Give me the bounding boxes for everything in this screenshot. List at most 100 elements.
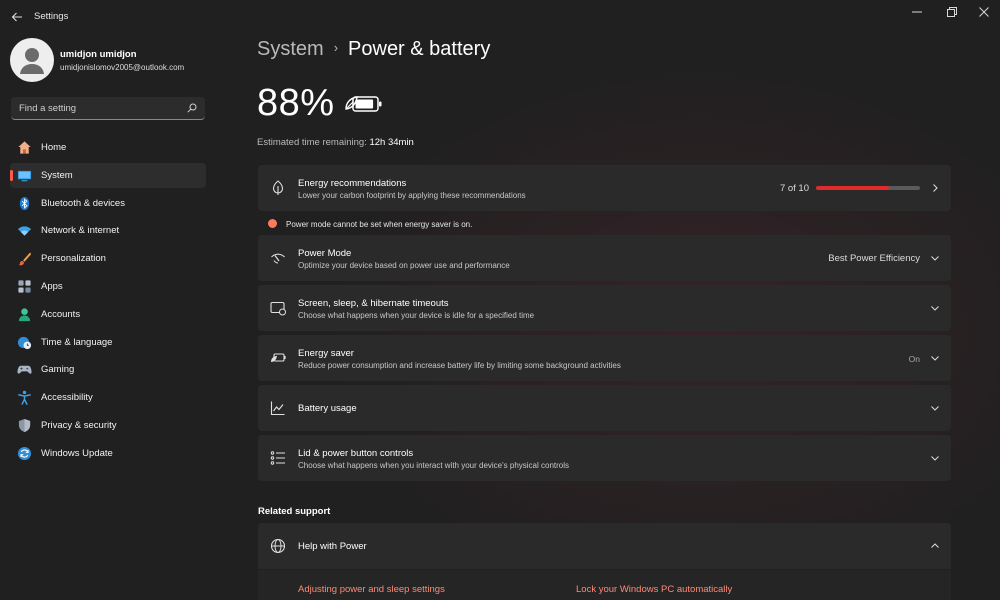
bluetooth-icon <box>19 196 30 210</box>
timeouts-subtitle: Choose what happens when your device is … <box>298 311 535 320</box>
battery-usage-card[interactable]: Battery usage <box>258 385 951 431</box>
sidebar-item-label: Gaming <box>41 364 75 376</box>
sidebar-item-label: Privacy & security <box>41 419 117 431</box>
energy-recommendations-title: Energy recommendations <box>298 178 407 189</box>
sidebar-item-personalization[interactable]: Personalization <box>10 246 206 271</box>
recommendations-count: 7 of 10 <box>779 183 809 194</box>
sidebar-item-label: Accounts <box>41 308 81 320</box>
brush-icon <box>18 252 32 266</box>
power-mode-dropdown[interactable]: Best Power Efficiency <box>828 253 920 264</box>
chart-icon <box>270 401 285 416</box>
screen-sleep-icon <box>270 301 286 316</box>
energy-saver-card[interactable]: Energy saver Reduce power consumption an… <box>258 335 951 381</box>
sidebar-item-time-language[interactable]: Time & language <box>10 330 206 355</box>
warning-icon <box>268 219 277 228</box>
page-title: Power & battery <box>348 38 491 60</box>
person-icon <box>20 48 44 74</box>
leaf-icon <box>272 180 284 195</box>
sidebar-item-network[interactable]: Network & internet <box>10 218 206 243</box>
estimated-time: Estimated time remaining: 12h 34min <box>257 137 414 148</box>
list-settings-icon <box>270 451 285 465</box>
sidebar-item-gaming[interactable]: Gaming <box>10 357 206 382</box>
shield-icon <box>18 418 31 433</box>
search-box[interactable]: Find a setting <box>11 97 205 120</box>
apps-icon <box>18 280 31 293</box>
power-mode-icon <box>271 253 285 264</box>
app-title: Settings <box>34 11 69 22</box>
sidebar-item-label: Apps <box>41 280 63 292</box>
chevron-right-icon <box>933 184 938 192</box>
timeouts-card[interactable]: Screen, sleep, & hibernate timeouts Choo… <box>258 285 951 331</box>
timeouts-title: Screen, sleep, & hibernate timeouts <box>298 298 449 309</box>
sidebar-item-label: Time & language <box>41 336 113 348</box>
sidebar-nav: Home System Bluetooth & devices Network … <box>10 135 206 469</box>
breadcrumb-system-link[interactable]: System <box>257 38 324 60</box>
sidebar-item-privacy-security[interactable]: Privacy & security <box>10 413 206 438</box>
sidebar-item-windows-update[interactable]: Windows Update <box>10 441 206 466</box>
power-mode-card[interactable]: Power Mode Optimize your device based on… <box>258 235 951 281</box>
minimize-icon <box>912 11 922 13</box>
sidebar-item-label: Home <box>41 142 67 153</box>
sidebar-item-label: Windows Update <box>41 447 113 459</box>
energy-saver-status: On <box>908 354 920 364</box>
sidebar-item-label: Personalization <box>41 253 106 265</box>
sidebar-item-label: Bluetooth & devices <box>41 197 125 209</box>
sidebar-item-label: Network & internet <box>41 225 120 237</box>
chevron-up-icon <box>931 543 939 548</box>
energy-recommendations-subtitle: Lower your carbon footprint by applying … <box>298 191 526 200</box>
arrow-left-icon <box>11 12 22 22</box>
help-with-power-card[interactable]: Help with Power <box>258 523 951 569</box>
sidebar-item-apps[interactable]: Apps <box>10 274 206 299</box>
accessibility-icon <box>18 390 31 405</box>
energy-saver-icon <box>271 353 286 362</box>
user-name: umidjon umidjon <box>60 49 137 60</box>
chevron-down-icon <box>931 456 939 461</box>
lid-power-button-card[interactable]: Lid & power button controls Choose what … <box>258 435 951 481</box>
sidebar-item-accessibility[interactable]: Accessibility <box>10 385 206 410</box>
battery-level-fill <box>355 99 374 109</box>
chevron-down-icon <box>931 256 939 261</box>
system-icon <box>17 170 32 182</box>
help-links-panel: Adjusting power and sleep settings Lock … <box>258 570 951 600</box>
user-email: umidjonislomov2005@outlook.com <box>60 63 185 72</box>
chevron-right-icon: › <box>333 40 339 55</box>
gamepad-icon <box>17 366 32 375</box>
wifi-icon <box>17 226 32 237</box>
battery-usage-title: Battery usage <box>298 403 357 414</box>
chevron-down-icon <box>931 356 939 361</box>
search-input[interactable]: Find a setting <box>19 103 76 114</box>
minimize-button[interactable] <box>902 2 932 22</box>
avatar <box>10 38 54 82</box>
home-icon <box>18 141 31 154</box>
close-button[interactable] <box>969 2 999 22</box>
battery-saver-icon <box>345 96 382 112</box>
search-icon <box>187 103 197 113</box>
globe-clock-icon <box>17 336 32 349</box>
help-with-power-title: Help with Power <box>298 541 367 552</box>
power-mode-subtitle: Optimize your device based on power use … <box>298 261 510 270</box>
chevron-down-icon <box>931 306 939 311</box>
energy-saver-subtitle: Reduce power consumption and increase ba… <box>298 361 621 370</box>
breadcrumb: System › Power & battery <box>257 38 490 61</box>
help-link-lock-pc[interactable]: Lock your Windows PC automatically <box>576 584 732 595</box>
sidebar-item-home[interactable]: Home <box>10 135 206 160</box>
lid-title: Lid & power button controls <box>298 448 414 459</box>
update-icon <box>17 446 32 460</box>
sidebar-item-accounts[interactable]: Accounts <box>10 302 206 327</box>
maximize-button[interactable] <box>937 2 967 22</box>
title-bar: Settings <box>0 0 1000 34</box>
energy-recommendations-card[interactable]: Energy recommendations Lower your carbon… <box>258 165 951 211</box>
recommendations-progress-fill <box>816 186 889 190</box>
restore-icon <box>947 7 957 17</box>
user-profile[interactable]: umidjon umidjon umidjonislomov2005@outlo… <box>10 38 220 84</box>
globe-icon <box>270 538 286 554</box>
chevron-down-icon <box>931 406 939 411</box>
back-button[interactable] <box>8 8 26 26</box>
sidebar-item-system[interactable]: System <box>10 162 206 188</box>
estimate-value: 12h 34min <box>369 137 414 148</box>
help-link-power-sleep[interactable]: Adjusting power and sleep settings <box>298 584 445 595</box>
close-icon <box>979 7 989 17</box>
sidebar-item-label: System <box>41 169 73 181</box>
lid-subtitle: Choose what happens when you interact wi… <box>298 461 570 470</box>
sidebar-item-bluetooth[interactable]: Bluetooth & devices <box>10 191 206 216</box>
